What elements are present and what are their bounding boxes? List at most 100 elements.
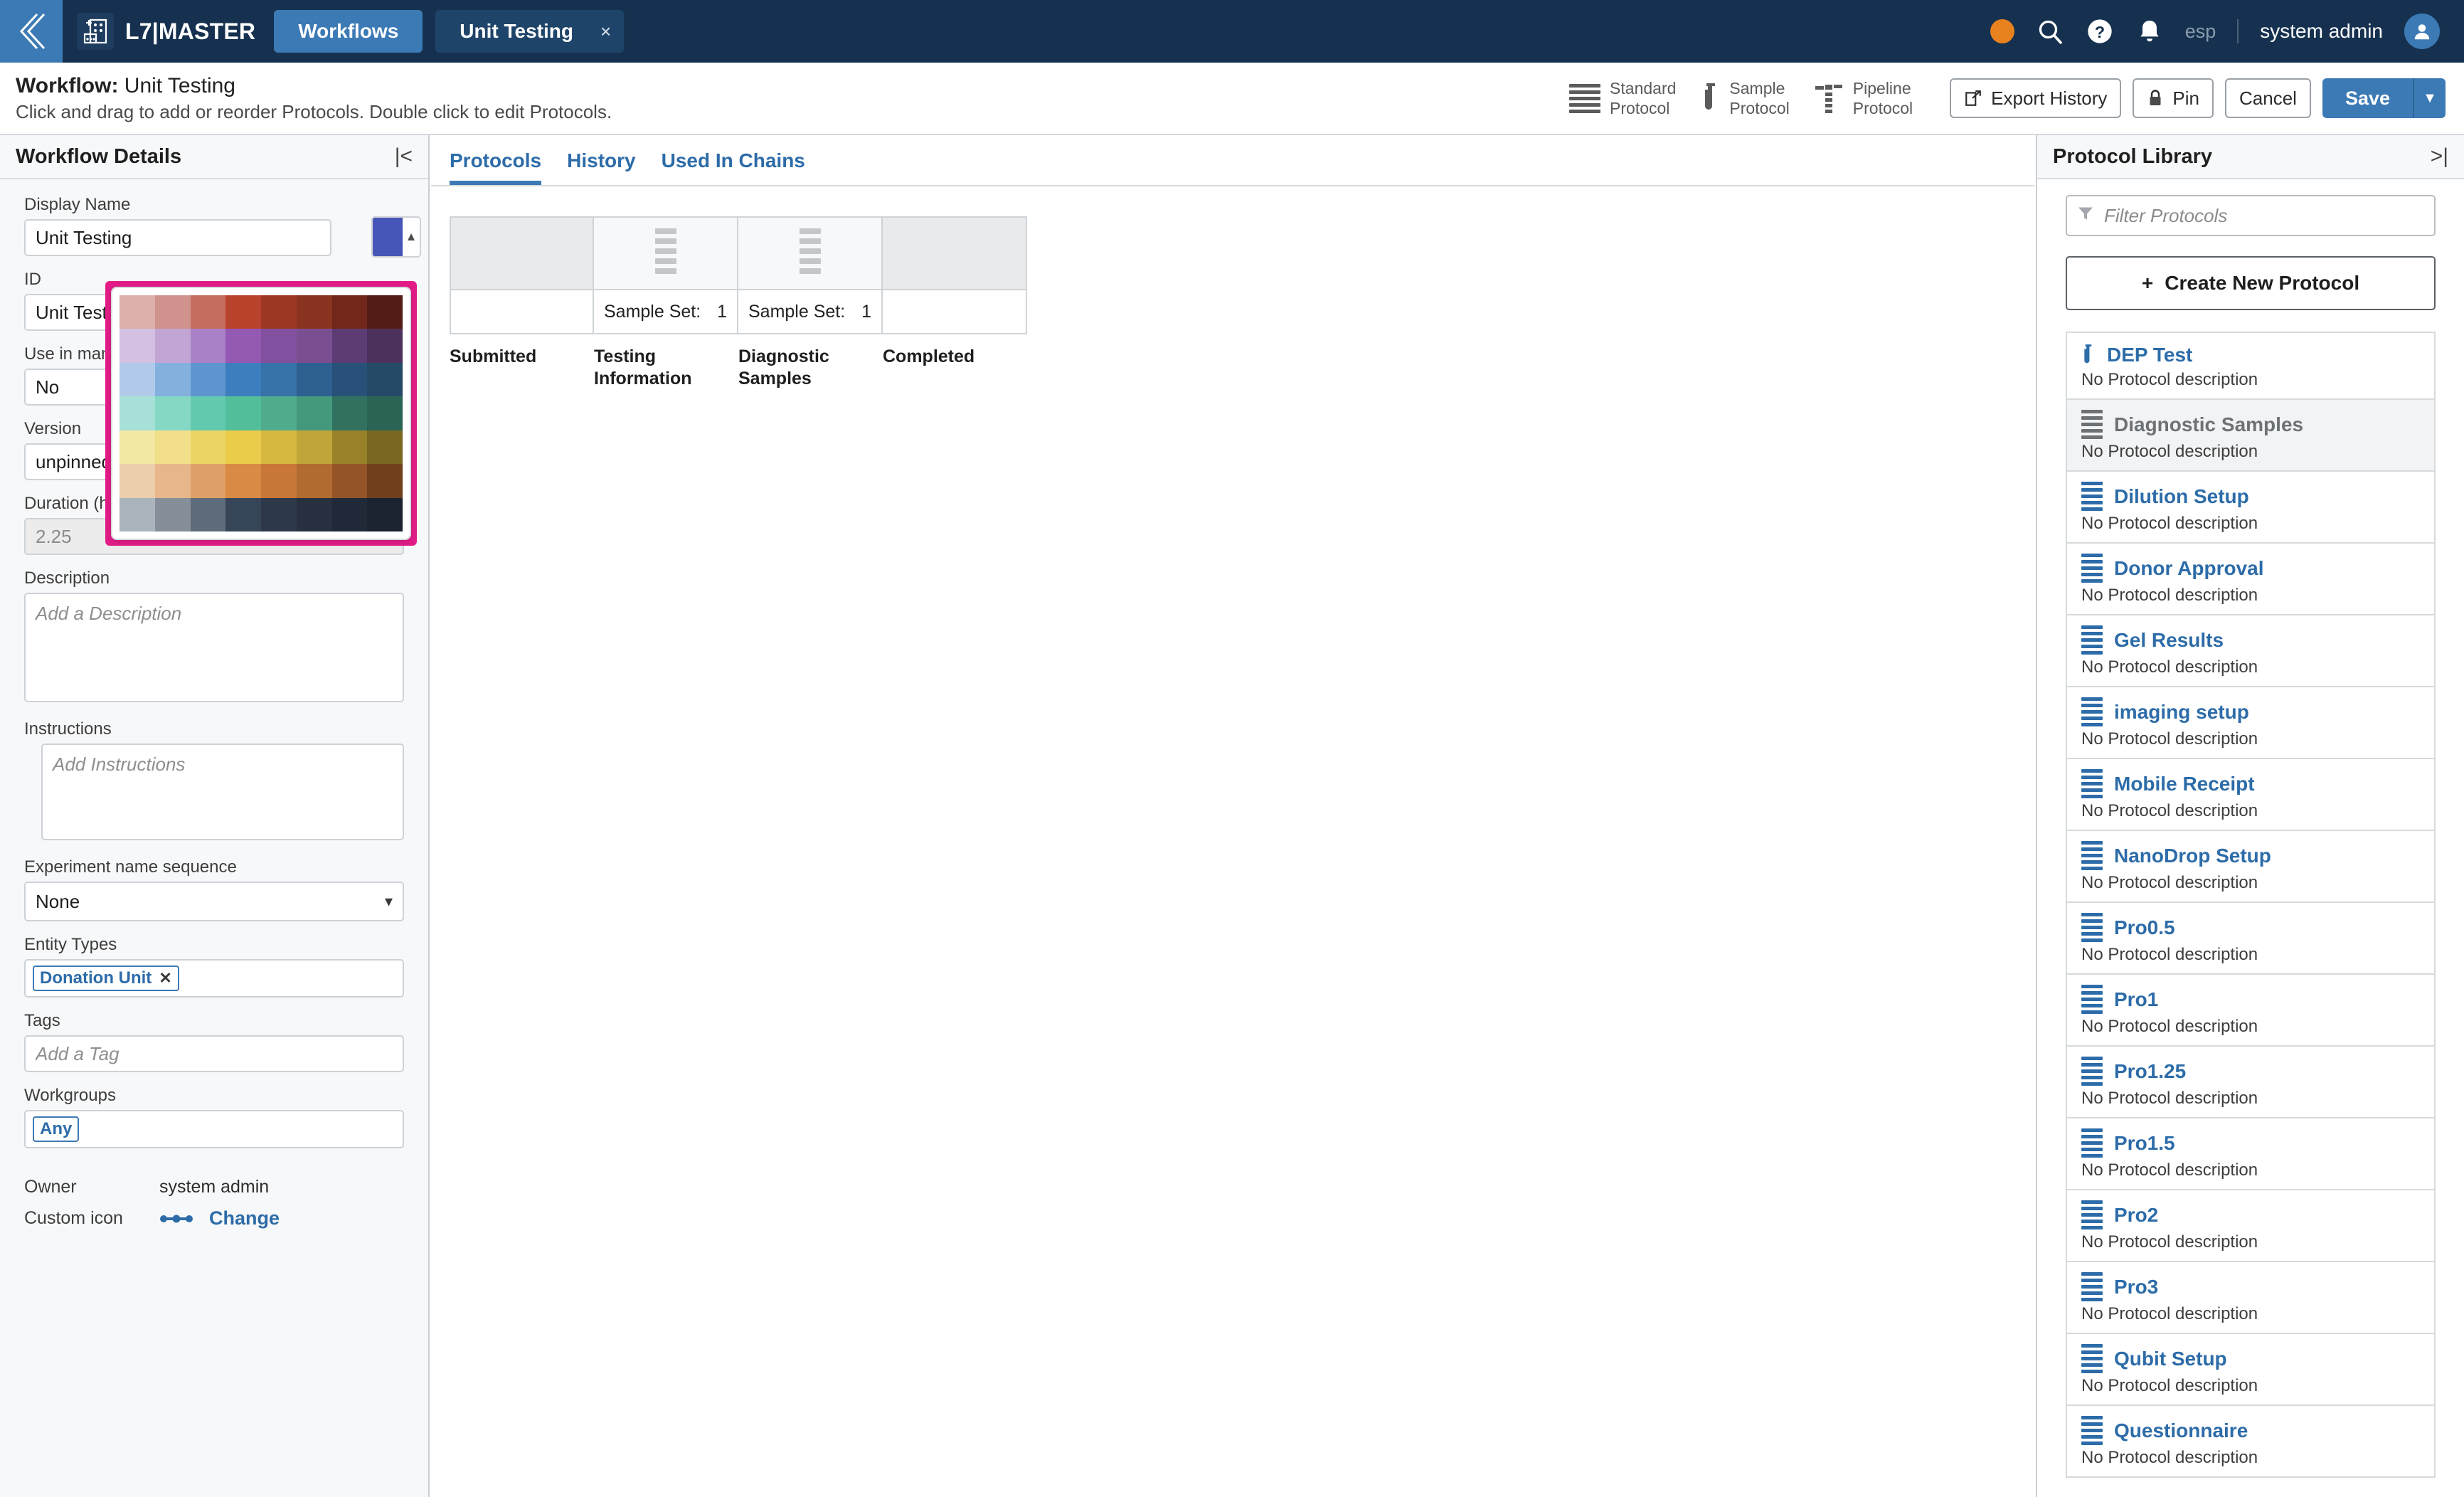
protocol-name[interactable]: Pro1.5 — [2114, 1132, 2175, 1155]
color-swatch-cell-3-5[interactable] — [296, 396, 332, 430]
color-swatch-cell-6-6[interactable] — [331, 497, 368, 531]
workflow-node-1[interactable]: Submitted — [450, 216, 594, 389]
protocol-list-item[interactable]: Dilution Setup No Protocol description — [2067, 472, 2434, 544]
palette-standard-protocol[interactable]: Standard Protocol — [1569, 78, 1676, 118]
user-avatar-icon[interactable] — [2404, 14, 2440, 49]
color-swatch-cell-5-3[interactable] — [225, 464, 261, 498]
tab-protocols[interactable]: Protocols — [450, 149, 542, 185]
chip-remove-icon[interactable]: ✕ — [159, 969, 171, 988]
color-swatch-cell-2-3[interactable] — [225, 362, 261, 397]
display-name-input[interactable] — [24, 219, 331, 256]
color-swatch-cell-0-2[interactable] — [190, 295, 226, 329]
create-new-protocol-button[interactable]: + Create New Protocol — [2066, 256, 2436, 310]
color-swatch-cell-3-0[interactable] — [120, 396, 155, 430]
color-swatch-cell-4-0[interactable] — [120, 430, 155, 465]
protocol-name[interactable]: Pro1 — [2114, 988, 2158, 1011]
protocol-name[interactable]: Pro2 — [2114, 1204, 2158, 1227]
cancel-button[interactable]: Cancel — [2225, 78, 2311, 118]
workgroup-chip[interactable]: Any — [33, 1116, 80, 1142]
color-swatch-cell-6-2[interactable] — [190, 497, 226, 531]
color-swatch-cell-6-7[interactable] — [367, 497, 403, 531]
protocol-list-item[interactable]: Mobile Receipt No Protocol description — [2067, 759, 2434, 831]
color-swatch-cell-1-4[interactable] — [261, 329, 297, 363]
workflow-node-box[interactable] — [450, 216, 594, 290]
workflow-node-4[interactable]: Completed — [883, 216, 1027, 389]
color-swatch-cell-0-3[interactable] — [225, 295, 261, 329]
color-swatch-cell-3-2[interactable] — [190, 396, 226, 430]
language-label[interactable]: esp — [2185, 21, 2216, 43]
color-swatch-cell-4-1[interactable] — [154, 430, 191, 465]
protocol-list-item[interactable]: Donor Approval No Protocol description — [2067, 544, 2434, 615]
color-swatch-cell-4-6[interactable] — [331, 430, 368, 465]
tab-used-in-chains[interactable]: Used In Chains — [662, 149, 805, 185]
color-swatch-cell-2-5[interactable] — [296, 362, 332, 397]
user-name-label[interactable]: system admin — [2260, 20, 2383, 43]
change-custom-icon-link[interactable]: Change — [209, 1207, 280, 1229]
color-swatch-cell-3-6[interactable] — [331, 396, 368, 430]
tab-unit-testing[interactable]: Unit Testing × — [435, 10, 625, 53]
protocol-name[interactable]: Pro3 — [2114, 1276, 2158, 1298]
protocol-list-item[interactable]: Pro1.5 No Protocol description — [2067, 1118, 2434, 1190]
protocol-name[interactable]: Qubit Setup — [2114, 1348, 2227, 1370]
tab-workflows[interactable]: Workflows — [274, 10, 423, 53]
color-swatch-cell-6-4[interactable] — [261, 497, 297, 531]
color-swatch-cell-5-2[interactable] — [190, 464, 226, 498]
protocol-list-item[interactable]: imaging setup No Protocol description — [2067, 687, 2434, 759]
collapse-left-panel-icon[interactable]: |< — [395, 144, 413, 169]
protocol-list-item[interactable]: Pro0.5 No Protocol description — [2067, 903, 2434, 975]
protocol-list-item[interactable]: Pro3 No Protocol description — [2067, 1262, 2434, 1334]
color-swatch-cell-1-5[interactable] — [296, 329, 332, 363]
protocol-list-item[interactable]: Diagnostic Samples No Protocol descriptio… — [2067, 400, 2434, 472]
color-swatch-cell-6-5[interactable] — [296, 497, 332, 531]
protocol-name[interactable]: DEP Test — [2107, 344, 2192, 366]
color-swatch-cell-4-7[interactable] — [367, 430, 403, 465]
save-dropdown-caret-icon[interactable]: ▼ — [2413, 78, 2446, 118]
color-swatch-cell-0-7[interactable] — [367, 295, 403, 329]
workflow-node-canvas[interactable]: Submitted Sample Set: 1 Testing Information… — [431, 186, 2034, 389]
color-swatch-cell-5-6[interactable] — [331, 464, 368, 498]
export-history-button[interactable]: Export History — [1950, 78, 2122, 118]
protocol-name[interactable]: Pro0.5 — [2114, 916, 2175, 939]
save-button[interactable]: Save — [2322, 78, 2413, 118]
color-swatch-cell-5-0[interactable] — [120, 464, 155, 498]
protocol-name[interactable]: Donor Approval — [2114, 557, 2264, 580]
protocol-name[interactable]: Mobile Receipt — [2114, 773, 2255, 795]
protocol-list-item[interactable]: Pro1.25 No Protocol description — [2067, 1047, 2434, 1118]
color-swatch-cell-3-1[interactable] — [154, 396, 191, 430]
color-swatch-cell-4-5[interactable] — [296, 430, 332, 465]
color-swatch-cell-3-3[interactable] — [225, 396, 261, 430]
color-swatch-cell-6-3[interactable] — [225, 497, 261, 531]
workflow-node-2[interactable]: Sample Set: 1 Testing Information — [594, 216, 738, 389]
workgroups-field[interactable]: Any — [24, 1110, 404, 1148]
color-swatch-cell-2-1[interactable] — [154, 362, 191, 397]
color-swatch-cell-1-3[interactable] — [225, 329, 261, 363]
back-chevron-icon[interactable] — [0, 0, 63, 63]
workflow-node-box[interactable] — [883, 216, 1027, 290]
color-swatch-cell-0-6[interactable] — [331, 295, 368, 329]
palette-sample-protocol[interactable]: Sample Protocol — [1701, 78, 1790, 118]
color-swatch-cell-4-3[interactable] — [225, 430, 261, 465]
color-swatch-cell-1-2[interactable] — [190, 329, 226, 363]
protocol-list-item[interactable]: Qubit Setup No Protocol description — [2067, 1334, 2434, 1406]
color-swatch-cell-4-2[interactable] — [190, 430, 226, 465]
entity-type-chip[interactable]: Donation Unit ✕ — [33, 966, 179, 991]
color-swatch-cell-0-5[interactable] — [296, 295, 332, 329]
close-icon[interactable]: × — [600, 21, 611, 43]
color-swatch-cell-6-0[interactable] — [120, 497, 155, 531]
help-circle-icon[interactable]: ? — [2086, 17, 2114, 46]
workflow-node-3[interactable]: Sample Set: 1 Diagnostic Samples — [738, 216, 883, 389]
protocol-name[interactable]: Questionnaire — [2114, 1419, 2248, 1442]
lab-plate-icon[interactable] — [77, 13, 114, 50]
tab-history[interactable]: History — [567, 149, 635, 185]
color-swatch-grid[interactable] — [120, 295, 403, 531]
protocol-list-item[interactable]: NanoDrop Setup No Protocol description — [2067, 831, 2434, 903]
color-swatch-cell-2-0[interactable] — [120, 362, 155, 397]
color-swatch-cell-2-6[interactable] — [331, 362, 368, 397]
protocol-name[interactable]: Diagnostic Samples — [2114, 413, 2303, 436]
color-swatch-cell-2-4[interactable] — [261, 362, 297, 397]
search-icon[interactable] — [2036, 17, 2064, 46]
pin-button[interactable]: Pin — [2133, 78, 2214, 118]
experiment-name-sequence-select[interactable]: None — [24, 882, 404, 921]
color-swatch-cell-5-7[interactable] — [367, 464, 403, 498]
color-swatch-cell-5-5[interactable] — [296, 464, 332, 498]
